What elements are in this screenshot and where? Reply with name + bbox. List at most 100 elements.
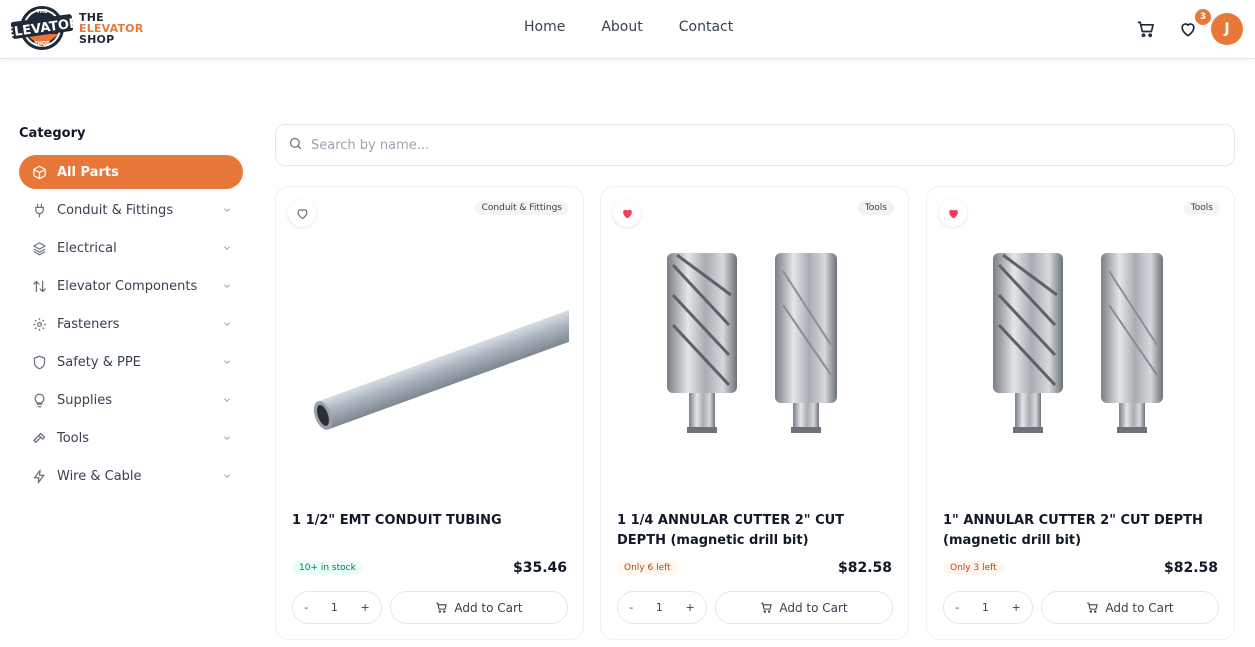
cart-button[interactable]	[1135, 18, 1157, 40]
add-to-cart-button[interactable]: Add to Cart	[1041, 591, 1219, 624]
lightbulb-icon	[31, 392, 47, 408]
nav-contact[interactable]: Contact	[679, 19, 733, 35]
product-name[interactable]: 1" ANNULAR CUTTER 2" CUT DEPTH (magnetic…	[943, 511, 1223, 551]
product-image[interactable]	[617, 235, 894, 485]
quantity-stepper: - 1 +	[292, 591, 382, 624]
quantity-value: 1	[655, 601, 663, 614]
gear-icon	[31, 316, 47, 332]
chevron-down-icon[interactable]	[221, 432, 233, 444]
sidebar-item-conduit-fittings[interactable]: Conduit & Fittings	[19, 193, 243, 227]
increment-button[interactable]: +	[685, 601, 694, 614]
heart-filled-icon	[622, 209, 632, 218]
decrement-button[interactable]: -	[629, 601, 633, 614]
search-input[interactable]	[311, 137, 1234, 153]
category-tag: Tools	[857, 201, 894, 215]
sidebar-item-label: All Parts	[57, 164, 119, 180]
quantity-stepper: - 1 +	[943, 591, 1033, 624]
nav-about[interactable]: About	[601, 19, 642, 35]
sidebar-item-all-parts[interactable]: All Parts	[19, 155, 243, 189]
stock-badge: Only 3 left	[943, 561, 1004, 575]
add-to-cart-button[interactable]: Add to Cart	[390, 591, 568, 624]
chevron-down-icon[interactable]	[221, 318, 233, 330]
sidebar-item-wire-cable[interactable]: Wire & Cable	[19, 459, 243, 493]
sidebar-item-label: Safety & PPE	[57, 354, 141, 370]
logo-wordmark: THE ELEVATOR SHOP	[79, 12, 143, 45]
search-icon	[288, 136, 303, 155]
product-image[interactable]	[943, 235, 1220, 485]
hammer-icon	[31, 430, 47, 446]
product-price: $82.58	[837, 560, 892, 576]
decrement-button[interactable]: -	[955, 601, 959, 614]
arrows-up-down-icon	[31, 278, 47, 294]
wishlist-button[interactable]: 3	[1177, 9, 1211, 40]
cart-icon	[435, 601, 448, 614]
stock-badge: Only 6 left	[617, 561, 678, 575]
logo-line-1: THE	[79, 10, 104, 24]
sidebar-item-label: Fasteners	[57, 316, 120, 332]
logo[interactable]: ELEVATOR THE SHOP THE ELEVATOR SHOP	[4, 3, 143, 53]
favorite-button[interactable]	[288, 199, 316, 227]
product-price: $35.46	[512, 560, 567, 576]
quantity-stepper: - 1 +	[617, 591, 707, 624]
quantity-value: 1	[981, 601, 989, 614]
increment-button[interactable]: +	[360, 601, 369, 614]
chevron-down-icon[interactable]	[221, 204, 233, 216]
add-to-cart-button[interactable]: Add to Cart	[715, 591, 893, 624]
sidebar-item-label: Elevator Components	[57, 278, 198, 294]
quantity-value: 1	[330, 601, 338, 614]
wishlist-count-badge: 3	[1195, 9, 1211, 25]
favorite-button[interactable]	[939, 199, 967, 227]
category-title: Category	[19, 126, 86, 141]
product-card: Tools	[926, 186, 1235, 640]
shield-icon	[31, 354, 47, 370]
logo-line-3: SHOP	[79, 32, 115, 46]
increment-button[interactable]: +	[1011, 601, 1020, 614]
favorite-button[interactable]	[613, 199, 641, 227]
chevron-down-icon[interactable]	[221, 280, 233, 292]
decrement-button[interactable]: -	[304, 601, 308, 614]
svg-text:THE: THE	[36, 9, 48, 15]
cart-icon	[1137, 21, 1154, 38]
chevron-down-icon[interactable]	[221, 470, 233, 482]
top-header: ELEVATOR THE SHOP THE ELEVATOR SHOP Home…	[0, 0, 1255, 59]
search-bar	[275, 124, 1235, 166]
heart-filled-icon	[948, 209, 958, 218]
header-actions: 3 J	[1135, 9, 1243, 45]
plug-icon	[31, 202, 47, 218]
category-tag: Conduit & Fittings	[474, 201, 569, 215]
product-name[interactable]: 1 1/4 ANNULAR CUTTER 2" CUT DEPTH (magne…	[617, 511, 897, 551]
add-to-cart-label: Add to Cart	[454, 600, 523, 615]
bolt-icon	[31, 468, 47, 484]
product-card: Conduit & Fittings 1 1/2" EMT CONDUIT TU…	[275, 186, 584, 640]
logo-line-2: ELEVATOR	[79, 21, 144, 35]
sidebar-item-supplies[interactable]: Supplies	[19, 383, 243, 417]
add-to-cart-label: Add to Cart	[779, 600, 848, 615]
category-tag: Tools	[1183, 201, 1220, 215]
chevron-down-icon[interactable]	[221, 242, 233, 254]
layers-icon	[31, 240, 47, 256]
sidebar-item-fasteners[interactable]: Fasteners	[19, 307, 243, 341]
product-card: Tools	[600, 186, 909, 640]
sidebar-item-label: Electrical	[57, 240, 117, 256]
svg-text:SHOP: SHOP	[34, 41, 50, 47]
sidebar-item-electrical[interactable]: Electrical	[19, 231, 243, 265]
logo-badge: ELEVATOR THE SHOP	[4, 3, 80, 53]
sidebar-item-elevator-components[interactable]: Elevator Components	[19, 269, 243, 303]
product-name[interactable]: 1 1/2" EMT CONDUIT TUBING	[292, 511, 572, 531]
sidebar-item-label: Supplies	[57, 392, 112, 408]
avatar[interactable]: J	[1211, 13, 1243, 45]
chevron-down-icon[interactable]	[221, 394, 233, 406]
stock-badge: 10+ in stock	[292, 561, 363, 575]
nav-home[interactable]: Home	[524, 19, 565, 35]
product-image[interactable]	[292, 235, 582, 485]
cart-icon	[760, 601, 773, 614]
chevron-down-icon[interactable]	[221, 356, 233, 368]
heart-outline-icon	[297, 208, 307, 219]
sidebar-item-safety-ppe[interactable]: Safety & PPE	[19, 345, 243, 379]
sidebar-item-tools[interactable]: Tools	[19, 421, 243, 455]
category-sidebar: Category All Parts Conduit & Fittings El…	[19, 126, 243, 497]
product-price: $82.58	[1163, 560, 1218, 576]
main-nav: Home About Contact	[524, 19, 733, 35]
sidebar-item-label: Conduit & Fittings	[57, 202, 174, 218]
sidebar-item-label: Wire & Cable	[57, 468, 142, 484]
